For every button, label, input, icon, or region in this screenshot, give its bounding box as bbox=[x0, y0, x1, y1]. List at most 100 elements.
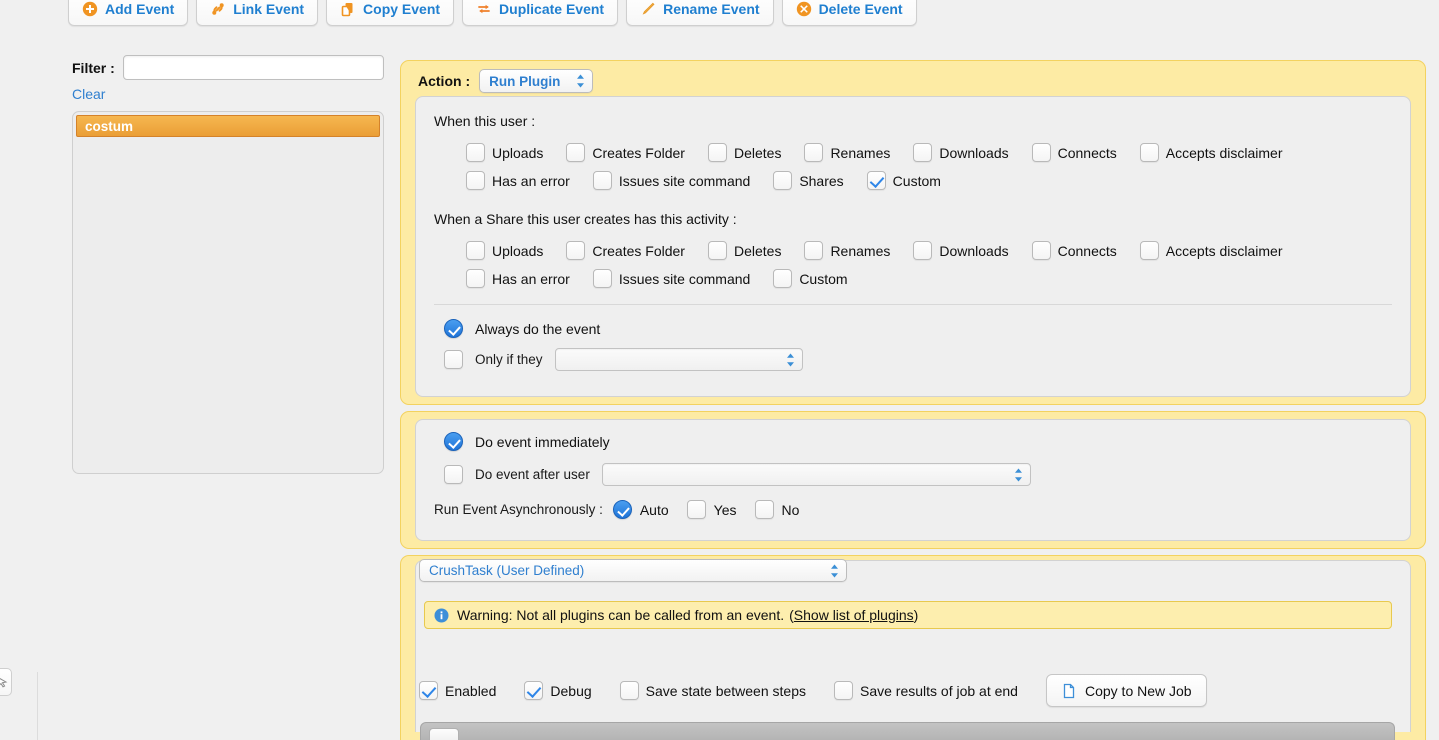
checkbox-box bbox=[466, 171, 485, 190]
plugin-select-value: CrushTask (User Defined) bbox=[429, 563, 585, 578]
checkbox-issues-site-command[interactable]: Issues site command bbox=[592, 171, 750, 190]
checkbox-has-an-error[interactable]: Has an error bbox=[466, 171, 570, 190]
checkbox-creates-folder[interactable]: Creates Folder bbox=[566, 143, 685, 162]
checkbox-custom[interactable]: Custom bbox=[866, 171, 941, 190]
chevron-updown-icon bbox=[830, 563, 839, 578]
async-option-no[interactable]: No bbox=[754, 500, 799, 519]
radio-always-do-event[interactable]: Always do the event bbox=[434, 319, 1392, 338]
action-label: Action : bbox=[418, 73, 471, 89]
document-icon bbox=[1061, 683, 1077, 699]
checkbox-label: Deletes bbox=[733, 144, 782, 161]
checkbox-label: Uploads bbox=[492, 144, 544, 161]
checkbox-accepts-disclaimer[interactable]: Accepts disclaimer bbox=[1139, 143, 1282, 162]
radio-do-event-immediately[interactable]: Do event immediately bbox=[434, 432, 1392, 451]
checkbox-debug[interactable]: Debug bbox=[524, 681, 592, 700]
share-checkbox-uploads[interactable]: Uploads bbox=[466, 241, 543, 260]
plugin-options-row: Enabled Debug Save state between steps S… bbox=[419, 674, 1207, 707]
async-option-auto[interactable]: Auto bbox=[612, 500, 669, 519]
plugin-select[interactable]: CrushTask (User Defined) bbox=[419, 559, 847, 582]
condition-divider bbox=[434, 304, 1392, 305]
checkbox-box bbox=[773, 269, 793, 288]
after-user-select[interactable] bbox=[601, 463, 1031, 486]
filter-input[interactable] bbox=[122, 55, 384, 80]
share-checkbox-downloads[interactable]: Downloads bbox=[913, 241, 1009, 260]
checkbox-enabled[interactable]: Enabled bbox=[419, 681, 496, 700]
checkbox-renames[interactable]: Renames bbox=[804, 143, 890, 162]
share-checkbox-custom[interactable]: Custom bbox=[773, 269, 848, 288]
checkbox-shares[interactable]: Shares bbox=[773, 171, 844, 190]
checkbox-save-results-of-job-at-end[interactable]: Save results of job at end bbox=[833, 681, 1018, 700]
link-event-button[interactable]: Link Event bbox=[196, 0, 319, 26]
checkbox-box bbox=[592, 171, 612, 190]
checkbox-box bbox=[707, 241, 727, 260]
checkbox-label: Custom bbox=[799, 270, 848, 287]
link-event-label: Link Event bbox=[233, 1, 305, 17]
checkbox-label: Enabled bbox=[445, 682, 497, 699]
delete-circle-icon bbox=[796, 1, 812, 17]
events-list[interactable]: costum bbox=[72, 111, 384, 474]
duplicate-arrows-icon bbox=[476, 1, 492, 17]
event-toolbar: Add Event Link Event Copy Event Duplicat… bbox=[0, 0, 1439, 32]
chevron-updown-icon bbox=[576, 74, 585, 89]
checkbox-deletes[interactable]: Deletes bbox=[707, 143, 782, 162]
chevron-updown-icon bbox=[1014, 467, 1023, 482]
checkbox-uploads[interactable]: Uploads bbox=[466, 143, 543, 162]
timing-inner-box: Do event immediately Do event after user… bbox=[415, 419, 1411, 541]
async-row: Run Event Asynchronously : Auto Yes No bbox=[434, 500, 1392, 519]
checkbox-label: Accepts disclaimer bbox=[1165, 242, 1283, 259]
show-list-of-plugins-link[interactable]: Show list of plugins bbox=[794, 607, 914, 623]
checkbox-box bbox=[1139, 143, 1159, 162]
clear-filter-link[interactable]: Clear bbox=[72, 86, 105, 102]
radio-selected-icon bbox=[612, 500, 632, 519]
editor-toolbar-strip bbox=[420, 722, 1395, 740]
share-checkbox-issues-site-command[interactable]: Issues site command bbox=[592, 269, 750, 288]
filter-row: Filter : bbox=[72, 55, 384, 80]
checkbox-box bbox=[619, 681, 639, 700]
edge-divider bbox=[37, 672, 38, 740]
radio-off-icon bbox=[754, 500, 774, 519]
add-event-button[interactable]: Add Event bbox=[68, 0, 189, 26]
only-if-select[interactable] bbox=[554, 348, 803, 371]
share-checkbox-connects[interactable]: Connects bbox=[1031, 241, 1117, 260]
action-select-value: Run Plugin bbox=[489, 73, 561, 89]
radio-only-if-icon[interactable] bbox=[444, 350, 463, 369]
copy-event-label: Copy Event bbox=[363, 1, 441, 17]
checkbox-box bbox=[592, 269, 612, 288]
delete-event-button[interactable]: Delete Event bbox=[781, 0, 917, 26]
checkbox-box bbox=[707, 143, 727, 162]
async-option-yes[interactable]: Yes bbox=[686, 500, 737, 519]
info-icon bbox=[434, 608, 449, 623]
checkbox-label: Connects bbox=[1057, 242, 1117, 259]
radio-after-user-icon[interactable] bbox=[444, 465, 463, 484]
radio-label: Do event after user bbox=[475, 467, 590, 482]
share-checkbox-creates-folder[interactable]: Creates Folder bbox=[566, 241, 685, 260]
share-checkbox-renames[interactable]: Renames bbox=[804, 241, 890, 260]
edge-partial-button[interactable] bbox=[0, 668, 12, 696]
share-checkbox-deletes[interactable]: Deletes bbox=[707, 241, 781, 260]
list-item-costum[interactable]: costum bbox=[76, 115, 380, 137]
when-share-row-1: Uploads Creates Folder Deletes Renames D… bbox=[434, 241, 1392, 260]
checkbox-box bbox=[866, 171, 886, 190]
checkbox-save-state-between-steps[interactable]: Save state between steps bbox=[619, 681, 806, 700]
radio-do-event-after-user-row: Do event after user bbox=[434, 463, 1392, 486]
when-user-title: When this user : bbox=[434, 113, 536, 129]
strip-button[interactable] bbox=[429, 728, 459, 740]
share-checkbox-has-an-error[interactable]: Has an error bbox=[466, 269, 570, 288]
copy-to-new-job-button[interactable]: Copy to New Job bbox=[1045, 674, 1207, 707]
checkbox-box bbox=[466, 269, 485, 288]
checkbox-box bbox=[566, 241, 586, 260]
action-select[interactable]: Run Plugin bbox=[479, 69, 594, 93]
checkbox-downloads[interactable]: Downloads bbox=[913, 143, 1009, 162]
share-checkbox-accepts-disclaimer[interactable]: Accepts disclaimer bbox=[1139, 241, 1283, 260]
checkbox-connects[interactable]: Connects bbox=[1031, 143, 1117, 162]
duplicate-event-label: Duplicate Event bbox=[499, 1, 605, 17]
radio-label: Auto bbox=[639, 501, 669, 518]
checkbox-label: Shares bbox=[799, 172, 844, 189]
when-user-row-2: Has an error Issues site command Shares … bbox=[434, 171, 1392, 190]
filter-label: Filter : bbox=[72, 59, 115, 76]
checkbox-label: Has an error bbox=[492, 270, 570, 287]
duplicate-event-button[interactable]: Duplicate Event bbox=[462, 0, 619, 26]
checkbox-label: Creates Folder bbox=[592, 144, 685, 161]
rename-event-button[interactable]: Rename Event bbox=[626, 0, 774, 26]
copy-event-button[interactable]: Copy Event bbox=[326, 0, 455, 26]
